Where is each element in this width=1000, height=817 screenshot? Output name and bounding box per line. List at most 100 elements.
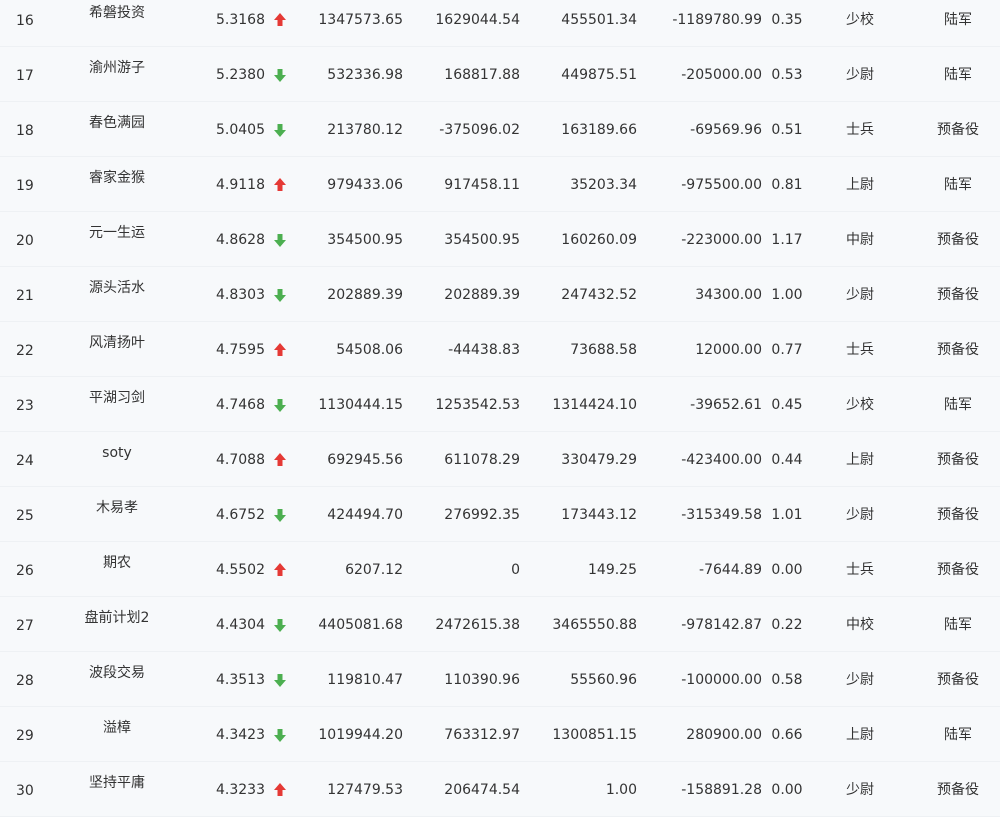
branch-cell: 预备役	[937, 287, 979, 303]
rank-cell: 24	[16, 453, 34, 469]
value-cell-4: 280900.00	[686, 727, 762, 743]
table-row[interactable]: 29 溢樟 4.3423 1019944.20 763312.97 130085…	[0, 707, 1000, 762]
score-cell: 4.9118	[216, 177, 265, 193]
account-name-link[interactable]: 元一生运	[60, 224, 174, 242]
score-cell: 5.3168	[216, 12, 265, 28]
branch-cell: 陆军	[944, 67, 972, 83]
value-cell-3: 163189.66	[561, 122, 637, 138]
table-row[interactable]: 22 风清扬叶 4.7595 54508.06 -44438.83 73688.…	[0, 322, 1000, 377]
value-cell-2: 611078.29	[444, 452, 520, 468]
table-row[interactable]: 26 期农 4.5502 6207.12 0 149.25 -7644.89 0…	[0, 542, 1000, 597]
table-row[interactable]: 27 盘前计划2 4.4304 4405081.68 2472615.38 34…	[0, 597, 1000, 652]
value-cell-1: 692945.56	[327, 452, 403, 468]
value-cell-3: 247432.52	[561, 287, 637, 303]
value-cell-3: 160260.09	[561, 232, 637, 248]
branch-cell: 预备役	[937, 452, 979, 468]
score-cell: 4.8303	[216, 287, 265, 303]
table-row[interactable]: 21 源头活水 4.8303 202889.39 202889.39 24743…	[0, 267, 1000, 322]
value-cell-4: -39652.61	[690, 397, 762, 413]
value-cell-1: 1347573.65	[318, 12, 403, 28]
score-cell: 4.3513	[216, 672, 265, 688]
rank-cell: 20	[16, 233, 34, 249]
rank-grade-cell: 中校	[846, 617, 874, 633]
rank-grade-cell: 士兵	[846, 342, 874, 358]
value-cell-1: 54508.06	[336, 342, 403, 358]
account-name-link[interactable]: 风清扬叶	[60, 334, 174, 352]
account-name-link[interactable]: 溢樟	[60, 719, 174, 737]
rank-grade-cell: 上尉	[846, 452, 874, 468]
table-row[interactable]: 18 春色满园 5.0405 213780.12 -375096.02 1631…	[0, 102, 1000, 157]
score-cell: 4.7595	[216, 342, 265, 358]
rank-cell: 25	[16, 508, 34, 524]
account-name-link[interactable]: soty	[60, 444, 174, 462]
account-name-link[interactable]: 源头活水	[60, 279, 174, 297]
arrow-up-icon	[272, 562, 288, 578]
score-cell: 4.3233	[216, 782, 265, 798]
ratio-cell: 0.00	[771, 562, 803, 578]
rank-grade-cell: 中尉	[846, 232, 874, 248]
account-name-link[interactable]: 睿家金猴	[60, 169, 174, 187]
value-cell-2: 1253542.53	[435, 397, 520, 413]
account-name-link[interactable]: 期农	[60, 554, 174, 572]
value-cell-3: 73688.58	[570, 342, 637, 358]
score-cell: 4.7088	[216, 452, 265, 468]
value-cell-3: 173443.12	[561, 507, 637, 523]
arrow-up-icon	[272, 342, 288, 358]
rank-cell: 18	[16, 123, 34, 139]
value-cell-2: 917458.11	[444, 177, 520, 193]
branch-cell: 预备役	[937, 672, 979, 688]
rank-cell: 30	[16, 783, 34, 799]
table-row[interactable]: 16 希磐投资 5.3168 1347573.65 1629044.54 455…	[0, 0, 1000, 47]
value-cell-4: -205000.00	[681, 67, 762, 83]
arrow-down-icon	[272, 617, 288, 633]
arrow-down-icon	[272, 507, 288, 523]
value-cell-1: 127479.53	[327, 782, 403, 798]
value-cell-1: 4405081.68	[318, 617, 403, 633]
account-name-link[interactable]: 盘前计划2	[60, 609, 174, 627]
value-cell-1: 213780.12	[327, 122, 403, 138]
ratio-cell: 0.66	[771, 727, 803, 743]
score-cell: 4.3423	[216, 727, 265, 743]
account-name-link[interactable]: 坚持平庸	[60, 774, 174, 792]
arrow-down-icon	[272, 67, 288, 83]
branch-cell: 预备役	[937, 342, 979, 358]
arrow-down-icon	[272, 122, 288, 138]
value-cell-3: 3465550.88	[552, 617, 637, 633]
rank-cell: 26	[16, 563, 34, 579]
rank-cell: 16	[16, 13, 34, 29]
value-cell-3: 1.00	[605, 782, 637, 798]
value-cell-2: 202889.39	[444, 287, 520, 303]
table-row[interactable]: 20 元一生运 4.8628 354500.95 354500.95 16026…	[0, 212, 1000, 267]
table-row[interactable]: 25 木易孝 4.6752 424494.70 276992.35 173443…	[0, 487, 1000, 542]
rank-cell: 21	[16, 288, 34, 304]
ratio-cell: 1.01	[771, 507, 803, 523]
ratio-cell: 0.00	[771, 782, 803, 798]
account-name-link[interactable]: 波段交易	[60, 664, 174, 682]
rank-cell: 29	[16, 728, 34, 744]
branch-cell: 陆军	[944, 727, 972, 743]
account-name-link[interactable]: 平湖习剑	[60, 389, 174, 407]
arrow-down-icon	[272, 672, 288, 688]
rank-grade-cell: 少尉	[846, 782, 874, 798]
branch-cell: 预备役	[937, 562, 979, 578]
value-cell-2: -375096.02	[439, 122, 520, 138]
table-row[interactable]: 24 soty 4.7088 692945.56 611078.29 33047…	[0, 432, 1000, 487]
account-name-link[interactable]: 春色满园	[60, 114, 174, 132]
value-cell-3: 35203.34	[570, 177, 637, 193]
value-cell-4: -423400.00	[681, 452, 762, 468]
account-name-link[interactable]: 希磐投资	[60, 4, 174, 22]
value-cell-3: 1314424.10	[552, 397, 637, 413]
rank-grade-cell: 士兵	[846, 122, 874, 138]
value-cell-4: -7644.89	[699, 562, 762, 578]
table-row[interactable]: 17 渝州游子 5.2380 532336.98 168817.88 44987…	[0, 47, 1000, 102]
table-row[interactable]: 23 平湖习剑 4.7468 1130444.15 1253542.53 131…	[0, 377, 1000, 432]
account-name-link[interactable]: 木易孝	[60, 499, 174, 517]
account-name-link[interactable]: 渝州游子	[60, 59, 174, 77]
value-cell-1: 1019944.20	[318, 727, 403, 743]
table-row[interactable]: 28 波段交易 4.3513 119810.47 110390.96 55560…	[0, 652, 1000, 707]
table-row[interactable]: 19 睿家金猴 4.9118 979433.06 917458.11 35203…	[0, 157, 1000, 212]
branch-cell: 预备役	[937, 507, 979, 523]
value-cell-2: 763312.97	[444, 727, 520, 743]
score-cell: 4.6752	[216, 507, 265, 523]
rank-cell: 22	[16, 343, 34, 359]
